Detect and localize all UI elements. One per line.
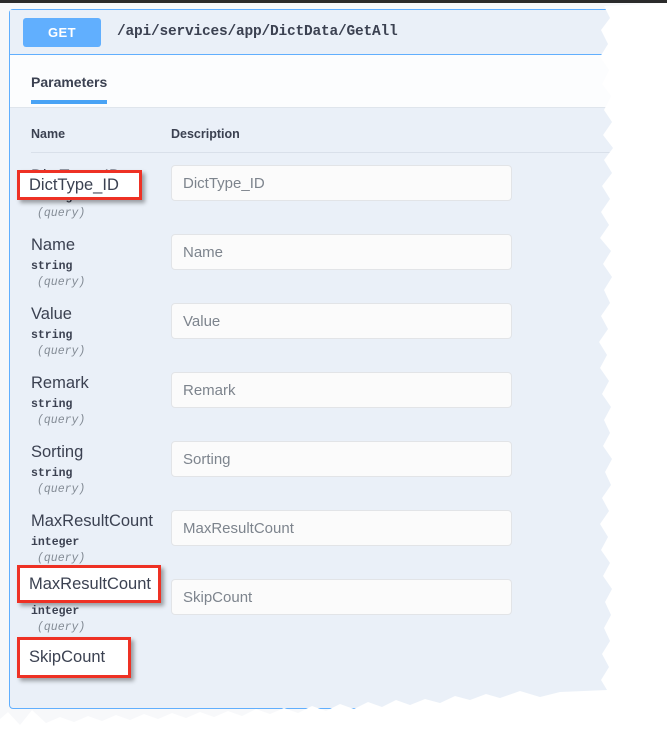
tab-strip: Parameters bbox=[10, 55, 648, 108]
parameter-input-dicttype-id[interactable] bbox=[171, 165, 512, 201]
torn-paper-page: GET /api/services/app/DictData/GetAll Pa… bbox=[0, 0, 667, 725]
table-row: Remark string (query) bbox=[31, 360, 627, 429]
parameter-name: Name bbox=[31, 236, 76, 254]
parameter-type: string bbox=[31, 260, 73, 273]
parameter-location: (query) bbox=[37, 621, 86, 634]
parameter-input-value[interactable] bbox=[171, 303, 512, 339]
parameter-input-skipcount[interactable] bbox=[171, 579, 512, 615]
parameter-input-cell bbox=[171, 162, 627, 222]
parameter-type: string bbox=[31, 329, 73, 342]
table-row: Name string (query) bbox=[31, 222, 627, 291]
annotation-box-skipcount: SkipCount bbox=[17, 637, 131, 678]
parameter-input-cell bbox=[171, 576, 627, 636]
parameter-type: string bbox=[31, 398, 73, 411]
parameter-location: (query) bbox=[37, 414, 86, 427]
parameter-type: integer bbox=[31, 536, 80, 549]
annotation-label: MaxResultCount bbox=[29, 574, 151, 593]
parameter-name-cell: Remark string (query) bbox=[31, 369, 171, 429]
parameter-name: Sorting bbox=[31, 443, 84, 461]
annotation-label: DictType_ID bbox=[29, 175, 119, 194]
table-row: Value string (query) bbox=[31, 291, 627, 360]
parameter-input-cell bbox=[171, 507, 627, 567]
annotation-box-dicttype-id: DictType_ID bbox=[17, 170, 142, 200]
operation-header[interactable]: GET /api/services/app/DictData/GetAll bbox=[10, 10, 648, 55]
http-method-badge: GET bbox=[23, 17, 101, 47]
parameter-location: (query) bbox=[37, 207, 86, 220]
table-row: MaxResultCount integer (query) bbox=[31, 498, 627, 567]
parameter-input-cell bbox=[171, 369, 627, 429]
parameter-input-sorting[interactable] bbox=[171, 441, 512, 477]
parameter-input-cell bbox=[171, 438, 627, 498]
parameter-name-cell: Sorting string (query) bbox=[31, 438, 171, 498]
parameter-location: (query) bbox=[37, 345, 86, 358]
parameter-location: (query) bbox=[37, 483, 86, 496]
column-header-name: Name bbox=[31, 127, 66, 141]
tab-parameters[interactable]: Parameters bbox=[31, 55, 108, 108]
parameter-name: Remark bbox=[31, 374, 89, 392]
parameter-input-cell bbox=[171, 300, 627, 360]
parameter-name-cell: MaxResultCount integer (query) bbox=[31, 507, 171, 567]
tab-active-underline bbox=[31, 100, 108, 104]
parameter-location: (query) bbox=[37, 276, 86, 289]
tab-parameters-label: Parameters bbox=[31, 74, 108, 90]
api-path: /api/services/app/DictData/GetAll bbox=[117, 24, 398, 40]
table-row: Sorting string (query) bbox=[31, 429, 627, 498]
parameter-name-cell: Name string (query) bbox=[31, 231, 171, 291]
parameter-name: MaxResultCount bbox=[31, 512, 153, 530]
parameter-input-maxresultcount[interactable] bbox=[171, 510, 512, 546]
parameter-input-remark[interactable] bbox=[171, 372, 512, 408]
table-header-row: Name Description bbox=[31, 108, 627, 153]
annotation-label: SkipCount bbox=[29, 648, 106, 666]
parameter-input-name[interactable] bbox=[171, 234, 512, 270]
column-header-description: Description bbox=[171, 127, 240, 141]
parameter-type: string bbox=[31, 467, 73, 480]
parameter-type: integer bbox=[31, 605, 80, 618]
parameter-name: Value bbox=[31, 305, 72, 323]
parameter-name-cell: Value string (query) bbox=[31, 300, 171, 360]
annotation-box-maxresultcount: MaxResultCount bbox=[17, 565, 161, 603]
parameter-input-cell bbox=[171, 231, 627, 291]
swagger-operation-panel: GET /api/services/app/DictData/GetAll Pa… bbox=[9, 9, 649, 709]
